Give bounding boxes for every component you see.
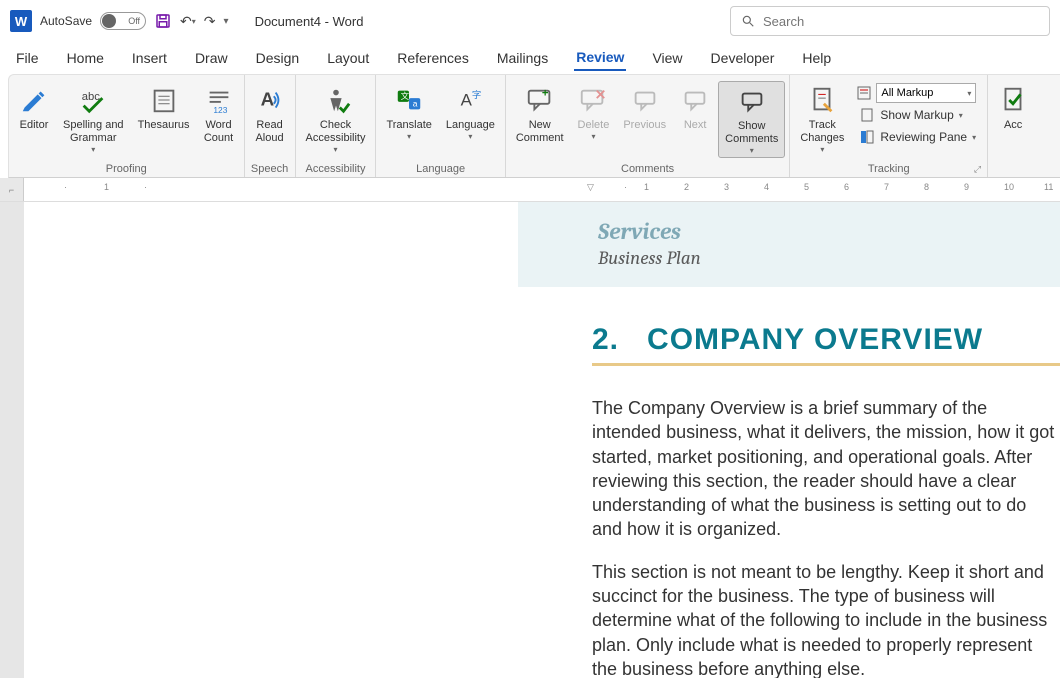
tab-design[interactable]: Design <box>254 46 302 70</box>
svg-text:+: + <box>542 87 549 99</box>
group-cutoff: Acc <box>988 75 1038 177</box>
paragraph-2: This section is not meant to be lengthy.… <box>592 560 1060 678</box>
heading-2: 2. COMPANY OVERVIEW <box>592 323 1060 357</box>
next-comment-button[interactable]: Next <box>674 81 716 134</box>
ribbon: Editor abc Spelling and Grammar▾ Thesaur… <box>8 74 1060 178</box>
svg-text:文: 文 <box>401 91 410 101</box>
group-accessibility: Check Accessibility▾ Accessibility <box>296 75 377 177</box>
tab-view[interactable]: View <box>650 46 684 70</box>
tab-file[interactable]: File <box>14 46 41 70</box>
qat-customize-icon[interactable]: ▾ <box>224 16 229 27</box>
header-services: Services <box>598 218 1060 245</box>
show-markup-button[interactable]: Show Markup▾ <box>856 105 979 125</box>
redo-button[interactable]: ↷ <box>204 13 216 30</box>
page-body[interactable]: 2. COMPANY OVERVIEW The Company Overview… <box>518 287 1060 678</box>
page-right[interactable]: Services Business Plan 2. COMPANY OVERVI… <box>518 202 1060 678</box>
ruler-corner: ⌐ <box>0 178 24 201</box>
group-comments: + New Comment Delete▾ Previous Next Show… <box>506 75 790 177</box>
translate-button[interactable]: 文a Translate▾ <box>380 81 437 143</box>
show-comments-button[interactable]: Show Comments▾ <box>718 81 785 158</box>
tab-insert[interactable]: Insert <box>130 46 169 70</box>
page-icon <box>859 107 875 123</box>
spelling-button[interactable]: abc Spelling and Grammar▾ <box>57 81 130 156</box>
undo-button[interactable]: ↶▾ <box>180 13 196 30</box>
group-label-accessibility: Accessibility <box>300 161 372 177</box>
tab-layout[interactable]: Layout <box>325 46 371 70</box>
search-box[interactable] <box>730 6 1050 36</box>
autosave-toggle[interactable]: Off <box>100 12 146 30</box>
thesaurus-button[interactable]: Thesaurus <box>132 81 196 134</box>
group-label-speech: Speech <box>249 161 291 177</box>
group-proofing: Editor abc Spelling and Grammar▾ Thesaur… <box>9 75 245 177</box>
language-button[interactable]: A字 Language▾ <box>440 81 501 143</box>
svg-text:a: a <box>413 99 418 109</box>
dialog-launcher-icon[interactable]: ⤢ <box>974 164 981 175</box>
document-title: Document4 - Word <box>255 14 364 29</box>
group-language: 文a Translate▾ A字 Language▾ Language <box>376 75 505 177</box>
group-label-tracking: Tracking⤢ <box>794 161 983 177</box>
readaloud-button[interactable]: A Read Aloud <box>249 81 291 147</box>
tab-developer[interactable]: Developer <box>709 46 777 70</box>
group-label-comments: Comments <box>510 161 785 177</box>
group-tracking: Track Changes▾ All Markup▾ Show Markup▾ … <box>790 75 988 177</box>
track-changes-button[interactable]: Track Changes▾ <box>794 81 850 156</box>
delete-comment-button[interactable]: Delete▾ <box>572 81 616 143</box>
menu-bar: File Home Insert Draw Design Layout Refe… <box>0 42 1060 74</box>
accept-button[interactable]: Acc <box>992 81 1034 134</box>
pane-icon <box>859 129 875 145</box>
svg-text:123: 123 <box>213 105 227 115</box>
wordcount-button[interactable]: 123 Word Count <box>198 81 240 147</box>
reviewing-pane-button[interactable]: Reviewing Pane▾ <box>856 127 979 147</box>
document-area: Services Business Plan 2. COMPANY OVERVI… <box>0 202 1060 678</box>
tab-draw[interactable]: Draw <box>193 46 230 70</box>
svg-text:A: A <box>461 91 473 110</box>
search-icon <box>741 14 755 28</box>
group-speech: A Read Aloud Speech <box>245 75 296 177</box>
paragraph-1: The Company Overview is a brief summary … <box>592 396 1060 542</box>
display-review-icon <box>856 85 872 101</box>
heading-underline <box>592 363 1060 366</box>
page-header: Services Business Plan <box>518 202 1060 287</box>
tab-mailings[interactable]: Mailings <box>495 46 550 70</box>
group-label-proofing: Proofing <box>13 161 240 177</box>
new-comment-button[interactable]: + New Comment <box>510 81 570 147</box>
title-bar: W AutoSave Off ↶▾ ↷ ▾ Document4 - Word <box>0 0 1060 42</box>
tab-help[interactable]: Help <box>800 46 833 70</box>
tab-references[interactable]: References <box>395 46 471 70</box>
autosave-label: AutoSave <box>40 14 92 28</box>
header-subtitle: Business Plan <box>598 247 1060 269</box>
search-input[interactable] <box>763 14 1039 29</box>
group-label-language: Language <box>380 161 500 177</box>
ruler-area: ⌐ · 1 · ▽ · 1 2 3 4 5 6 7 8 9 10 11 <box>0 178 1060 202</box>
previous-comment-button[interactable]: Previous <box>617 81 672 134</box>
svg-text:A: A <box>260 89 274 110</box>
editor-button[interactable]: Editor <box>13 81 55 134</box>
check-accessibility-button[interactable]: Check Accessibility▾ <box>300 81 372 156</box>
tab-home[interactable]: Home <box>65 46 106 70</box>
page-left[interactable] <box>24 202 518 678</box>
horizontal-ruler[interactable]: · 1 · ▽ · 1 2 3 4 5 6 7 8 9 10 11 <box>24 178 1060 201</box>
save-icon[interactable] <box>154 12 172 30</box>
svg-text:字: 字 <box>472 89 481 100</box>
word-app-icon: W <box>10 10 32 32</box>
tab-review[interactable]: Review <box>574 45 626 71</box>
markup-select[interactable]: All Markup▾ <box>876 83 976 103</box>
